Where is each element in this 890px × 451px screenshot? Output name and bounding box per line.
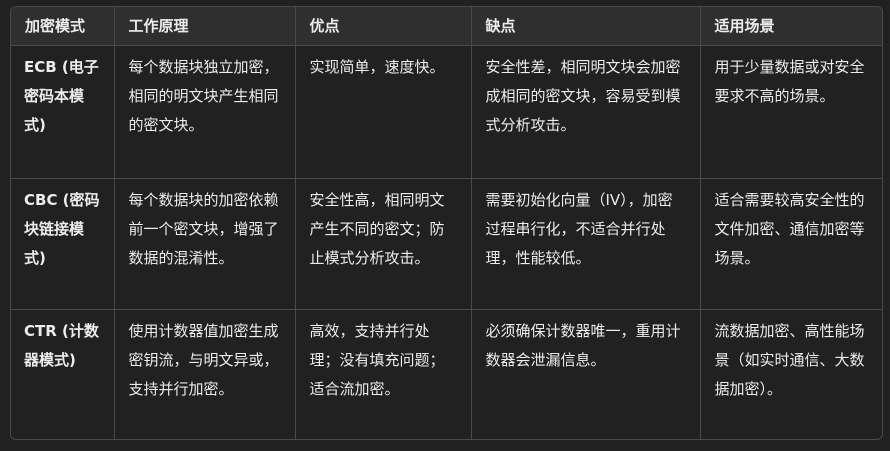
cell-scenario: 适合需要较高安全性的文件加密、通信加密等场景。 — [700, 178, 882, 310]
cell-scenario: 用于少量数据或对安全要求不高的场景。 — [700, 45, 882, 179]
cell-cons: 安全性差，相同明文块会加密成相同的密文块，容易受到模式分析攻击。 — [471, 45, 701, 179]
cell-cons: 必须确保计数器唯一，重用计数器会泄漏信息。 — [471, 309, 701, 439]
header-scenario: 适用场景 — [700, 7, 882, 46]
cell-cons: 需要初始化向量（IV），加密过程串行化，不适合并行处理，性能较低。 — [471, 178, 701, 310]
table-header-row: 加密模式 工作原理 优点 缺点 适用场景 — [11, 7, 882, 46]
cell-scenario: 流数据加密、高性能场景（如实时通信、大数据加密）。 — [714, 322, 865, 398]
header-cons: 缺点 — [471, 7, 701, 46]
cell-principle: 每个数据块的加密依赖前一个密文块，增强了数据的混淆性。 — [114, 178, 296, 310]
cell-mode: CTR (计数器模式) — [11, 309, 115, 439]
encryption-modes-table: 加密模式 工作原理 优点 缺点 适用场景 ECB (电子密码本模式) 每个数据块… — [10, 6, 883, 440]
table-row: CBC (密码块链接模式) 每个数据块的加密依赖前一个密文块，增强了数据的混淆性… — [11, 178, 882, 310]
cell-principle: 使用计数器值加密生成密钥流，与明文异或，支持并行加密。 — [114, 309, 296, 439]
cell-mode: CBC (密码块链接模式) — [11, 178, 115, 310]
header-principle: 工作原理 — [114, 7, 296, 46]
table-row: ECB (电子密码本模式) 每个数据块独立加密，相同的明文块产生相同的密文块。 … — [11, 45, 882, 179]
cell-mode: ECB (电子密码本模式) — [11, 45, 115, 179]
cell-pros: 高效，支持并行处理；没有填充问题；适合流加密。 — [295, 309, 472, 439]
comparison-table: 加密模式 工作原理 优点 缺点 适用场景 ECB (电子密码本模式) 每个数据块… — [11, 7, 882, 439]
header-pros: 优点 — [295, 7, 472, 46]
cell-pros: 安全性高，相同明文产生不同的密文；防止模式分析攻击。 — [295, 178, 472, 310]
cell-principle: 每个数据块独立加密，相同的明文块产生相同的密文块。 — [114, 45, 296, 179]
header-mode: 加密模式 — [11, 7, 115, 46]
table-row: CTR (计数器模式) 使用计数器值加密生成密钥流，与明文异或，支持并行加密。 … — [11, 309, 882, 439]
cell-pros: 实现简单，速度快。 — [295, 45, 472, 179]
